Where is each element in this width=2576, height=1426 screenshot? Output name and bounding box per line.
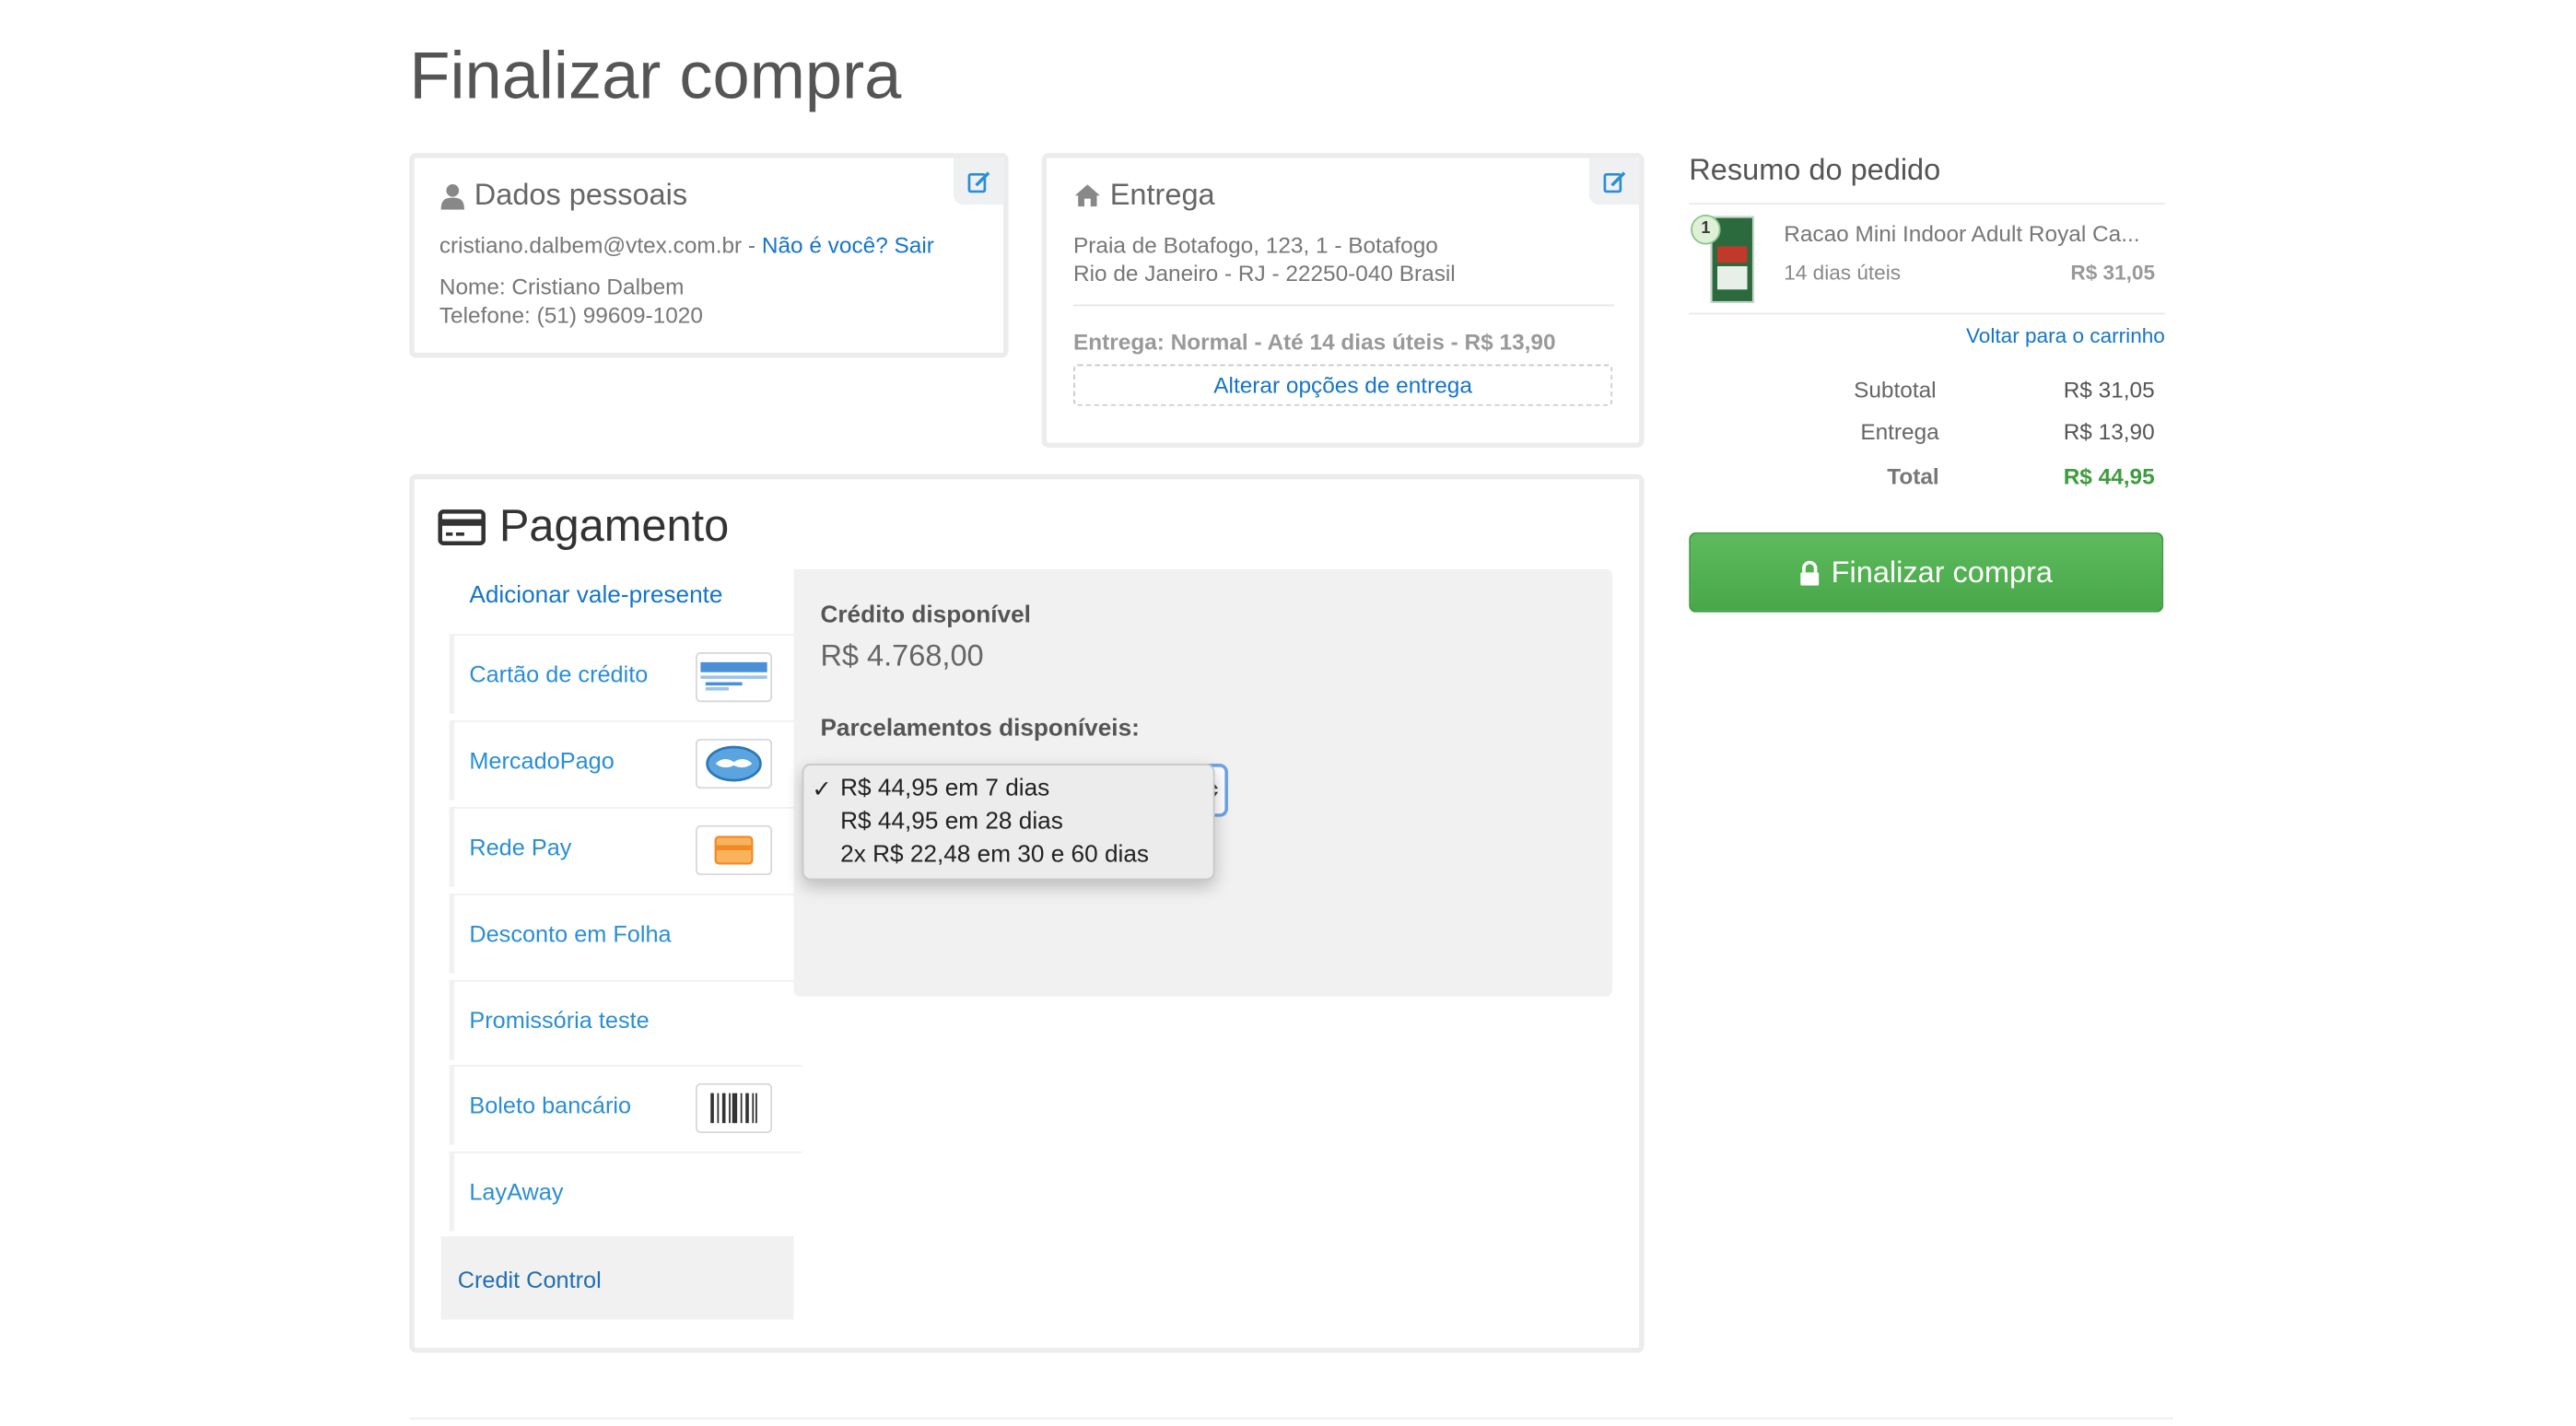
finalize-purchase-label: Finalizar compra [1831,555,2053,589]
page-title: Finalizar compra [409,40,902,113]
edit-icon [966,170,989,193]
item-price: R$ 31,05 [2070,261,2156,285]
shipping-delivery: Entrega: Normal - Até 14 dias úteis - R$… [1072,329,1556,355]
item-name: Racao Mini Indoor Adult Royal Ca... [1784,221,2140,247]
checkout-page: Finalizar compra Dados pessoais cristian… [0,0,2576,1426]
shipping-address-1: Praia de Botafogo, 123, 1 - Botafogo [1072,232,1438,258]
checkmark-icon: ✓ [812,775,832,802]
back-to-cart-link[interactable]: Voltar para o carrinho [1966,324,2165,347]
installments-label: Parcelamentos disponíveis: [820,715,1140,742]
subtotal-value: R$ 31,05 [2063,378,2155,403]
divider [1689,203,2165,205]
payment-method-layaway[interactable]: LayAway [449,1151,802,1232]
payment-method-label: Boleto bancário [469,1091,632,1118]
payment-title-text: Pagamento [498,500,730,551]
available-credit-value: R$ 4.768,00 [820,638,984,672]
payment-method-label: LayAway [469,1177,564,1205]
shipping-box: Entrega Praia de Botafogo, 123, 1 - Bota… [1041,153,1645,448]
shipping-label: Entrega [1860,419,1939,445]
personal-email-line: cristiano.dalbem@vtex.com.br - Não é voc… [439,231,934,260]
personal-data-title-text: Dados pessoais [474,178,688,212]
edit-icon [1602,170,1625,193]
available-credit-label: Crédito disponível [820,602,1031,629]
installment-option[interactable]: 2x R$ 22,48 em 30 e 60 dias [840,842,1149,869]
card-icon [695,824,773,876]
lock-icon [1801,559,1821,585]
payment-method-mercadopago[interactable]: MercadoPago [449,720,802,801]
payment-method-boleto[interactable]: Boleto bancário [449,1064,802,1145]
payment-method-promissory[interactable]: Promissória teste [449,979,802,1060]
personal-phone: Telefone: (51) 99609-1020 [439,302,703,328]
personal-data-box: Dados pessoais cristiano.dalbem@vtex.com… [409,153,1009,358]
payment-method-credit-card[interactable]: Cartão de crédito [449,634,802,714]
summary-item[interactable]: 1 Racao Mini Indoor Adult Royal Ca... 14… [1689,208,2165,308]
payment-method-label: Credit Control [457,1266,602,1293]
divider [1689,312,2165,315]
shipping-title: Entrega [1073,178,1215,213]
home-icon [1074,184,1100,207]
user-icon [440,183,464,209]
shipping-title-text: Entrega [1109,178,1215,212]
edit-personal-button[interactable] [953,158,1004,205]
personal-data-title: Dados pessoais [439,178,687,213]
personal-email: cristiano.dalbem@vtex.com.br - [439,232,756,258]
installment-option[interactable]: R$ 44,95 em 7 dias [840,776,1049,802]
barcode-icon [695,1082,773,1134]
payment-method-label: Cartão de crédito [469,660,649,687]
credit-card-icon [695,652,773,703]
finalize-purchase-button[interactable]: Finalizar compra [1689,532,2164,613]
installments-dropdown[interactable]: ✓ R$ 44,95 em 7 dias R$ 44,95 em 28 dias… [802,764,1215,881]
payment-method-label: Desconto em Folha [469,919,672,947]
personal-name: Nome: Cristiano Dalbem [439,275,685,300]
not-you-logout-link[interactable]: Não é você? Sair [762,233,934,258]
payment-title: Pagamento [438,501,729,553]
edit-shipping-button[interactable] [1588,158,1640,205]
add-gift-card-link[interactable]: Adicionar vale-presente [469,582,722,609]
credit-card-icon [438,508,486,545]
payment-method-credit-control[interactable]: Credit Control [440,1236,794,1320]
payment-method-payroll-discount[interactable]: Desconto em Folha [449,893,802,974]
divider [1072,304,1615,307]
payment-method-label: Promissória teste [469,1006,650,1034]
handshake-icon [695,738,773,789]
payment-method-label: Rede Pay [469,833,572,860]
item-delivery-time: 14 dias úteis [1784,261,1902,285]
footer-divider [409,1417,2173,1420]
installment-option[interactable]: R$ 44,95 em 28 dias [840,809,1063,836]
shipping-value: R$ 13,90 [2063,419,2155,445]
order-summary-title: Resumo do pedido [1689,153,1941,187]
change-shipping-label: Alterar opções de entrega [1213,372,1472,398]
payment-method-label: MercadoPago [469,746,615,774]
total-label: Total [1887,463,1939,490]
change-shipping-button[interactable]: Alterar opções de entrega [1072,364,1613,406]
shipping-address-2: Rio de Janeiro - RJ - 22250-040 Brasil [1072,261,1456,286]
payment-method-rede-pay[interactable]: Rede Pay [449,807,802,887]
total-value: R$ 44,95 [2063,463,2155,490]
item-quantity-badge: 1 [1691,214,1721,245]
subtotal-label: Subtotal [1854,378,1937,403]
